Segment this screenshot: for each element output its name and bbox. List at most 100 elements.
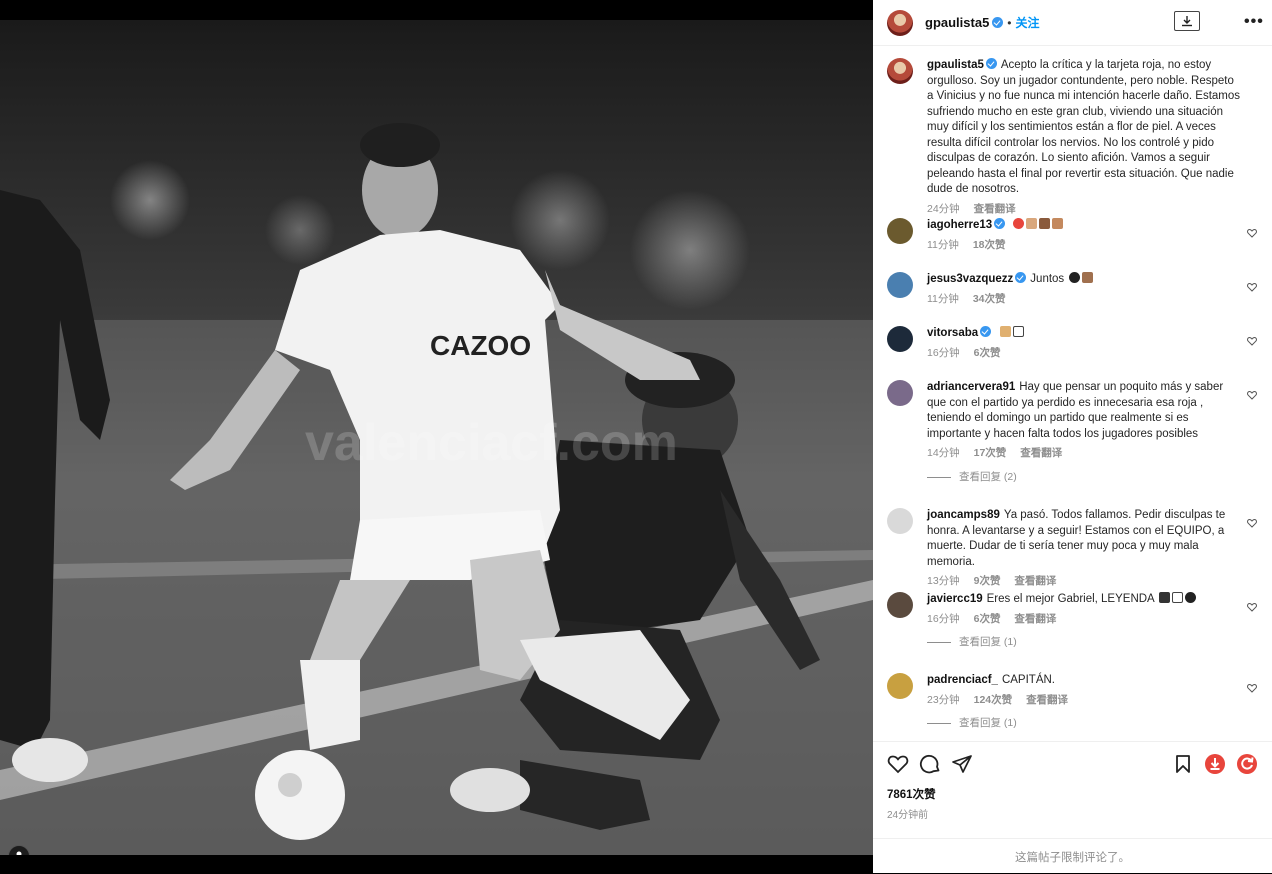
user-icon <box>16 851 22 855</box>
bat-emoji-icon <box>1159 592 1171 603</box>
comment-item: javiercc19 Eres el mejor Gabriel, LEYENDA… <box>887 592 1257 651</box>
more-options-icon[interactable]: ••• <box>1244 13 1264 31</box>
commenter-avatar[interactable] <box>887 673 913 699</box>
commenter-username[interactable]: vitorsaba <box>927 327 978 339</box>
comment-text: CAPITÁN. <box>1001 674 1055 686</box>
comment-time: 11分钟 <box>927 292 959 305</box>
commenter-avatar[interactable] <box>887 326 913 352</box>
comment-item: joancamps89 Ya pasó. Todos fallamos. Pedi… <box>887 508 1257 590</box>
comment-text: Juntos <box>1030 273 1065 285</box>
commenter-username[interactable]: iagoherre13 <box>927 219 992 231</box>
header-separator: • <box>1007 15 1012 30</box>
comments-list[interactable]: gpaulista5 Acepto la crítica y la tarjeta… <box>873 46 1272 741</box>
author-avatar[interactable] <box>887 9 913 36</box>
post-caption: gpaulista5 Acepto la crítica y la tarjeta… <box>887 58 1257 217</box>
missing-glyph-icon <box>1013 326 1025 337</box>
comment-likes[interactable]: 17次赞 <box>974 447 1007 459</box>
commenter-username[interactable]: jesus3vazquezz <box>927 273 1013 285</box>
comment-like-heart-icon[interactable] <box>1247 683 1257 693</box>
comment-likes[interactable]: 6次赞 <box>974 347 1001 359</box>
comment-like-heart-icon[interactable] <box>1247 282 1257 292</box>
comment-translate-link[interactable]: 查看翻译 <box>1026 694 1068 706</box>
commenter-username[interactable]: javiercc19 <box>927 593 983 605</box>
paper-plane-icon[interactable] <box>951 753 973 775</box>
commenter-avatar[interactable] <box>887 508 913 534</box>
heart-outline-icon[interactable] <box>887 753 909 775</box>
replies-divider <box>927 723 951 725</box>
download-circle-icon[interactable] <box>1204 753 1226 775</box>
post-header: gpaulista5 • 关注 ••• <box>873 0 1272 46</box>
black-heart-emoji-icon <box>1185 592 1197 603</box>
bookmark-icon[interactable] <box>1172 753 1194 775</box>
missing-glyph-icon <box>1172 592 1184 603</box>
comment-like-heart-icon[interactable] <box>1247 336 1257 346</box>
comment-likes[interactable]: 124次赞 <box>974 694 1013 706</box>
comment-like-heart-icon[interactable] <box>1247 602 1257 612</box>
muscle-emoji-icon <box>1026 218 1038 229</box>
comment-item: vitorsaba 16分钟 6次赞 <box>887 326 1257 361</box>
comment-time: 13分钟 <box>927 575 960 587</box>
verified-badge-icon <box>980 326 992 337</box>
comment-translate-link[interactable]: 查看翻译 <box>1014 613 1056 625</box>
commenter-username[interactable]: padrenciacf_ <box>927 674 998 686</box>
comment-translate-link[interactable]: 查看翻译 <box>1020 447 1062 459</box>
caption-translate-link[interactable]: 查看翻译 <box>974 203 1016 215</box>
post-side-panel: gpaulista5 • 关注 ••• gpaulista5 Acepto la … <box>873 0 1272 873</box>
like-count[interactable]: 7861次赞 <box>887 786 936 802</box>
view-replies-link[interactable]: 查看回复 (1) <box>959 635 1017 651</box>
comment-time: 14分钟 <box>927 447 960 459</box>
comment-translate-link[interactable]: 查看翻译 <box>1014 575 1056 587</box>
caption-time: 24分钟 <box>927 202 960 215</box>
caption-author-avatar[interactable] <box>887 58 913 84</box>
view-replies-link[interactable]: 查看回复 (2) <box>959 470 1017 486</box>
comment-likes[interactable]: 34次赞 <box>973 293 1006 305</box>
muscle-emoji-icon <box>1082 272 1094 283</box>
commenter-avatar[interactable] <box>887 272 913 298</box>
comment-time: 16分钟 <box>927 612 960 625</box>
comment-likes[interactable]: 18次赞 <box>973 239 1006 251</box>
comments-limited-notice: 这篇帖子限制评论了。 <box>873 838 1272 874</box>
download-icon <box>1182 16 1192 27</box>
media-watermark: valenciacf.com <box>305 414 678 472</box>
comment-bubble-icon[interactable] <box>919 753 941 775</box>
post-timestamp[interactable]: 24分钟前 <box>887 806 928 821</box>
svg-text:CAZOO: CAZOO <box>430 330 531 361</box>
replies-divider <box>927 642 951 644</box>
replies-divider <box>927 476 951 478</box>
black-heart-emoji-icon <box>1069 272 1081 283</box>
handshake-emoji-icon <box>1039 218 1051 229</box>
verified-badge-icon <box>994 218 1006 229</box>
download-button[interactable] <box>1174 11 1200 31</box>
post-footer: 7861次赞 24分钟前 这篇帖子限制评论了。 <box>873 741 1272 873</box>
post-image[interactable]: CAZOO valenciacf.com <box>0 20 873 855</box>
view-replies-link[interactable]: 查看回复 (1) <box>959 716 1017 732</box>
comment-item: iagoherre13 11分钟 18次赞 <box>887 218 1257 253</box>
comment-like-heart-icon[interactable] <box>1247 228 1257 238</box>
verified-badge-icon <box>1015 272 1027 283</box>
comment-likes[interactable]: 6次赞 <box>974 613 1001 625</box>
comment-item: padrenciacf_ CAPITÁN. 23分钟 124次赞 查看翻译 查看回… <box>887 673 1257 732</box>
author-username[interactable]: gpaulista5 <box>925 15 989 30</box>
comment-like-heart-icon[interactable] <box>1247 390 1257 400</box>
football-photo: CAZOO valenciacf.com <box>0 20 873 855</box>
commenter-avatar[interactable] <box>887 380 913 406</box>
instagram-post-window: CAZOO valenciacf.com gpaulista5 • 关注 ••• <box>0 0 1272 873</box>
comment-item: jesus3vazquezz Juntos 11分钟 34次赞 <box>887 272 1257 307</box>
commenter-username[interactable]: adriancervera91 <box>927 381 1015 393</box>
commenter-username[interactable]: joancamps89 <box>927 509 1000 521</box>
refresh-circle-icon[interactable] <box>1236 753 1258 775</box>
verified-badge-icon <box>992 17 1004 28</box>
commenter-avatar[interactable] <box>887 592 913 618</box>
caption-username[interactable]: gpaulista5 <box>927 59 984 71</box>
comment-item: adriancervera91 Hay que pensar un poquito… <box>887 380 1257 485</box>
red-heart-emoji-icon <box>1013 218 1025 229</box>
action-bar <box>887 753 1258 777</box>
praying-hands-emoji-icon <box>1000 326 1012 337</box>
comment-text: Eres el mejor Gabriel, LEYENDA <box>986 593 1155 605</box>
follow-button[interactable]: 关注 <box>1016 14 1040 31</box>
commenter-avatar[interactable] <box>887 218 913 244</box>
comment-time: 23分钟 <box>927 693 960 706</box>
comment-time: 16分钟 <box>927 346 960 359</box>
comment-likes[interactable]: 9次赞 <box>974 575 1001 587</box>
comment-like-heart-icon[interactable] <box>1247 518 1257 528</box>
